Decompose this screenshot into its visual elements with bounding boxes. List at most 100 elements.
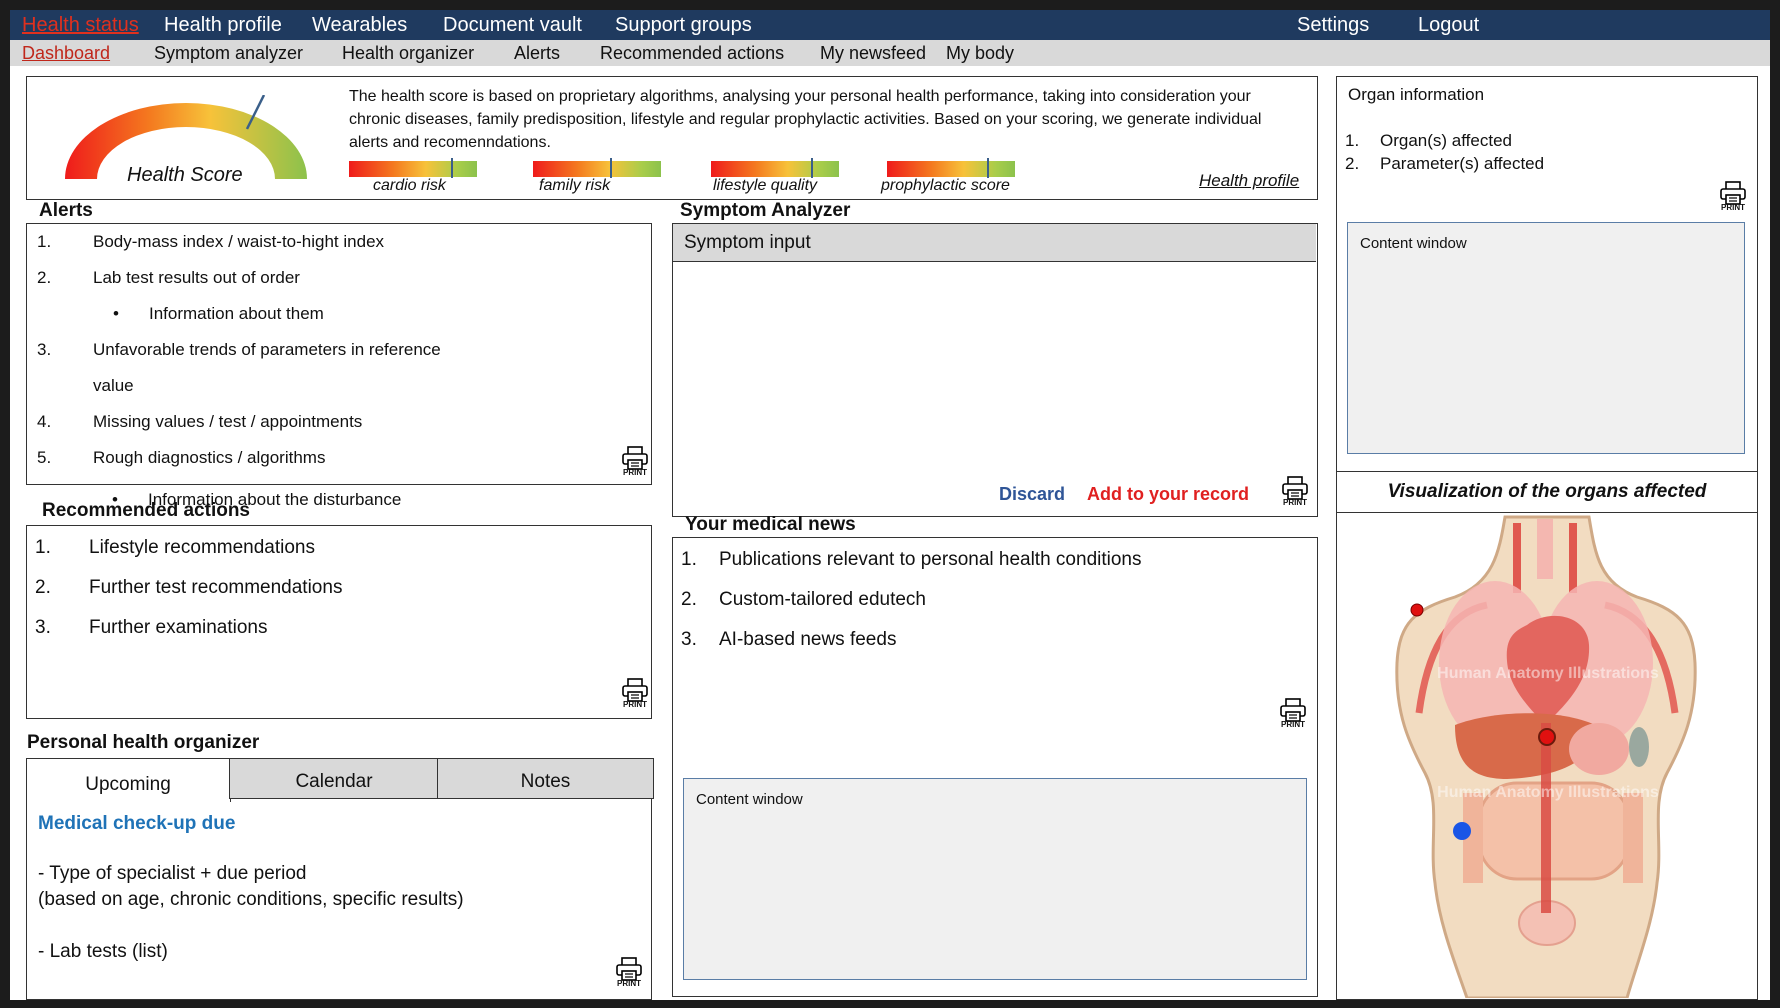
rec-num-3: 3. [35, 617, 51, 638]
rec-num-1: 1. [35, 537, 51, 558]
alert-num-4: 4. [37, 412, 52, 431]
family-risk-bar [533, 158, 661, 178]
organ-num-2: 2. [1345, 154, 1360, 173]
news-content-window[interactable]: Content window [683, 778, 1307, 980]
alert-num-1: 1. [37, 232, 52, 251]
tab-notes-label: Notes [520, 770, 571, 792]
lifestyle-quality-bar [711, 158, 839, 178]
organ-text-2: Parameter(s) affected [1380, 154, 1545, 173]
printer-icon [622, 678, 648, 702]
news-text-2: Custom-tailored edutech [719, 589, 926, 610]
tab-calendar[interactable]: Calendar [229, 757, 439, 799]
symptom-title: Symptom Analyzer [680, 200, 851, 221]
print-label: PRINT [623, 468, 647, 477]
alert-num-3: 3. [37, 340, 52, 359]
print-label: PRINT [1721, 203, 1745, 212]
nav-settings[interactable]: Settings [1297, 14, 1369, 37]
tab-upcoming-label: Upcoming [85, 773, 171, 795]
torso-anatomy-illustration: Human Anatomy Illustrations Human Anatom… [1395, 515, 1697, 1000]
alert-text-4: Missing values / test / appointments [93, 412, 363, 431]
health-score-panel: Health Score The health score is based o… [26, 76, 1318, 200]
print-label: PRINT [1281, 720, 1305, 729]
visualization-title: Visualization of the organs affected [1387, 481, 1707, 502]
organ-info-panel: Organ information 1. Organ(s) affected 2… [1336, 76, 1758, 472]
alert-text-2: Lab test results out of order [93, 268, 300, 287]
subnav-alerts[interactable]: Alerts [514, 43, 560, 64]
health-profile-link[interactable]: Health profile [1199, 171, 1299, 191]
organizer-title: Personal health organizer [27, 732, 260, 753]
print-label: PRINT [623, 700, 647, 709]
organizer-line-1: - Type of specialist + due period [38, 863, 307, 884]
gauge-label: Health Score [127, 164, 243, 186]
subnav-symptom-analyzer[interactable]: Symptom analyzer [154, 43, 303, 64]
symptom-print-button[interactable]: PRINT [1281, 476, 1309, 510]
primary-nav: Health status Health profile Wearables D… [10, 10, 1770, 40]
prophylactic-score-marker [986, 158, 989, 178]
nav-health-profile[interactable]: Health profile [164, 14, 282, 37]
watermark-1: Human Anatomy Illustrations [1437, 665, 1659, 682]
cardio-risk-marker [451, 158, 454, 178]
alerts-print-button[interactable]: PRINT [621, 446, 649, 480]
alert-subtext-1: Information about them [149, 304, 324, 323]
news-num-1: 1. [681, 549, 697, 570]
subnav-dashboard[interactable]: Dashboard [22, 43, 110, 64]
rec-text-1: Lifestyle recommendations [89, 537, 315, 558]
organ-print-button[interactable]: PRINT [1719, 181, 1747, 215]
nav-support-groups[interactable]: Support groups [615, 14, 752, 37]
secondary-nav: Dashboard Symptom analyzer Health organi… [10, 40, 1770, 66]
organ-text-1: Organ(s) affected [1380, 131, 1512, 150]
watermark-2: Human Anatomy Illustrations [1437, 784, 1659, 801]
print-label: PRINT [1283, 498, 1307, 507]
subnav-my-body[interactable]: My body [946, 43, 1014, 64]
alert-num-2: 2. [37, 268, 52, 287]
news-text-1: Publications relevant to personal health… [719, 549, 1142, 570]
organ-content-window[interactable]: Content window [1347, 222, 1745, 454]
printer-icon [622, 446, 648, 470]
nav-logout[interactable]: Logout [1418, 14, 1479, 37]
anatomy-panel: Human Anatomy Illustrations Human Anatom… [1336, 512, 1758, 1000]
screenshot-frame: Health status Health profile Wearables D… [0, 0, 1780, 1008]
alert-num-5: 5. [37, 448, 52, 467]
nav-document-vault[interactable]: Document vault [443, 14, 582, 37]
discard-button[interactable]: Discard [999, 484, 1065, 505]
organizer-line-2: (based on age, chronic conditions, speci… [38, 889, 464, 910]
news-content-window-label: Content window [696, 791, 803, 808]
subnav-recommended-actions[interactable]: Recommended actions [600, 43, 784, 64]
family-risk-label: family risk [539, 177, 611, 194]
cardio-risk-bar [349, 158, 477, 178]
alerts-title: Alerts [39, 200, 93, 221]
nav-wearables[interactable]: Wearables [312, 14, 407, 37]
alert-text-5: Rough diagnostics / algorithms [93, 448, 326, 467]
recommended-title: Recommended actions [42, 500, 250, 521]
add-to-record-button[interactable]: Add to your record [1087, 484, 1249, 505]
lifestyle-quality-label: lifestyle quality [713, 177, 818, 194]
rec-num-2: 2. [35, 577, 51, 598]
tab-notes[interactable]: Notes [437, 757, 654, 799]
cardio-risk-label: cardio risk [373, 177, 446, 194]
nav-health-status[interactable]: Health status [22, 14, 139, 37]
tab-upcoming[interactable]: Upcoming [25, 757, 231, 802]
organizer-panel: Upcoming Calendar Notes Medical check-up… [25, 757, 654, 1000]
printer-icon [1280, 698, 1306, 722]
news-print-button[interactable]: PRINT [1279, 698, 1307, 732]
visualization-header: Visualization of the organs affected [1336, 471, 1758, 513]
subnav-health-organizer[interactable]: Health organizer [342, 43, 474, 64]
subnav-my-newsfeed[interactable]: My newsfeed [820, 43, 926, 64]
rec-text-3: Further examinations [89, 617, 268, 638]
news-panel: 1. Publications relevant to personal hea… [672, 537, 1318, 997]
tab-calendar-label: Calendar [295, 770, 373, 792]
recommended-print-button[interactable]: PRINT [621, 678, 649, 712]
printer-icon [1282, 476, 1308, 500]
symptom-input-field[interactable]: Symptom input [673, 224, 1316, 262]
news-text-3: AI-based news feeds [719, 629, 897, 650]
alert-text-1: Body-mass index / waist-to-hight index [93, 232, 385, 251]
alert-bullet-1: • [113, 304, 119, 323]
organizer-print-button[interactable]: PRINT [615, 957, 643, 991]
rec-text-2: Further test recommendations [89, 577, 343, 598]
news-num-3: 3. [681, 629, 697, 650]
organ-info-title: Organ information [1348, 85, 1485, 104]
family-risk-marker [609, 158, 612, 178]
news-num-2: 2. [681, 589, 697, 610]
alert-text-3-cont: value [93, 376, 134, 395]
checkup-due-title: Medical check-up due [38, 813, 236, 834]
